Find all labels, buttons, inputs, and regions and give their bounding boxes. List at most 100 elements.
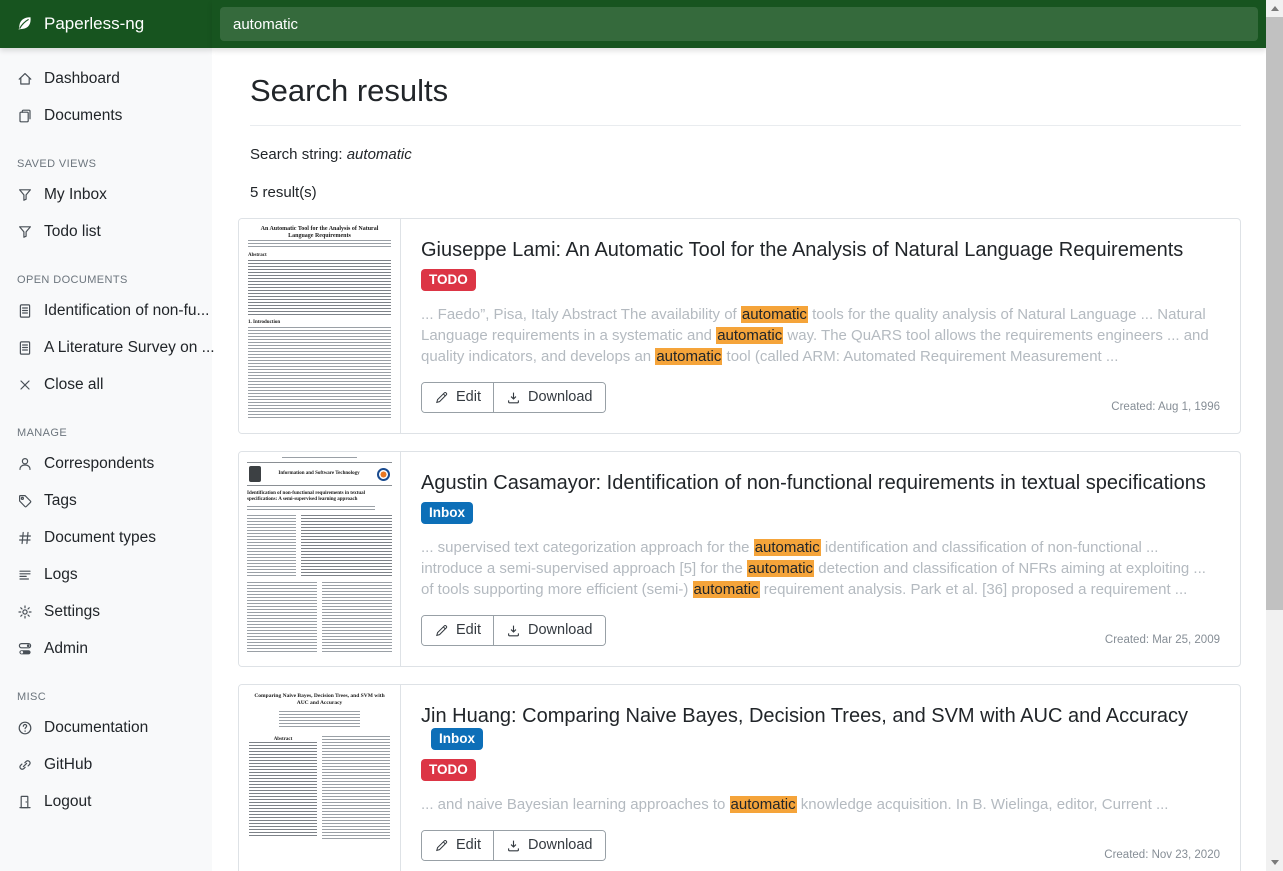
edit-label: Edit <box>456 388 481 407</box>
sidebar-item-label: Identification of non-fu... <box>44 300 209 321</box>
download-label: Download <box>528 836 593 855</box>
pencil-icon <box>434 838 449 853</box>
sidebar-item-label: Close all <box>44 374 103 395</box>
created-date: Created: Aug 1, 1996 <box>1111 401 1220 413</box>
tag-badge-inbox[interactable]: Inbox <box>431 728 483 750</box>
pencil-icon <box>434 390 449 405</box>
sidebar-item-logs[interactable]: Logs <box>0 556 212 593</box>
sidebar-item-settings[interactable]: Settings <box>0 593 212 630</box>
sidebar-item-label: My Inbox <box>44 184 107 205</box>
created-date: Created: Mar 25, 2009 <box>1105 634 1220 646</box>
thumbnail-text-lines <box>248 327 391 419</box>
document-thumbnail[interactable]: Comparing Naive Bayes, Decision Trees, a… <box>239 685 401 871</box>
tag-badge-todo[interactable]: TODO <box>421 759 476 781</box>
thumbnail-text-lines <box>322 736 390 840</box>
download-button[interactable]: Download <box>493 616 605 645</box>
sidebar-item-label: Logout <box>44 791 91 812</box>
thumbnail-text-lines <box>249 742 317 838</box>
search-string: Search string: automatic <box>250 146 1241 163</box>
tag-badges: TODO <box>421 269 1220 291</box>
result-snippet: ... supervised text categorization appro… <box>421 537 1220 600</box>
sidebar-item-documents[interactable]: Documents <box>0 97 212 134</box>
sidebar-item-close-all[interactable]: Close all <box>0 366 212 403</box>
triangle-up-icon <box>1271 6 1279 11</box>
file-text-icon <box>17 340 33 356</box>
thumbnail-page: Comparing Naive Bayes, Decision Trees, a… <box>239 685 400 871</box>
sidebar-item-todo-list[interactable]: Todo list <box>0 213 212 250</box>
search-highlight: automatic <box>754 539 821 556</box>
edit-button[interactable]: Edit <box>422 831 493 860</box>
sidebar-item-label: Dashboard <box>44 68 120 89</box>
question-circle-icon <box>17 720 33 736</box>
document-thumbnail[interactable]: An Automatic Tool for the Analysis of Na… <box>239 219 401 433</box>
result-title[interactable]: Giuseppe Lami: An Automatic Tool for the… <box>421 238 1220 262</box>
sidebar-item-document-types[interactable]: Document types <box>0 519 212 556</box>
tag-badge-inbox[interactable]: Inbox <box>421 502 473 524</box>
divider <box>250 125 1241 126</box>
result-actions: Edit Download <box>421 830 606 861</box>
files-icon <box>17 108 33 124</box>
scroll-up-button[interactable] <box>1266 0 1283 17</box>
sidebar-item-label: Document types <box>44 527 156 548</box>
result-body: Agustin Casamayor: Identification of non… <box>401 452 1240 666</box>
document-thumbnail[interactable]: Information and Software TechnologyIdent… <box>239 452 401 666</box>
sidebar-item-my-inbox[interactable]: My Inbox <box>0 176 212 213</box>
results-list: An Automatic Tool for the Analysis of Na… <box>238 218 1241 871</box>
thumbnail-title: Comparing Naive Bayes, Decision Trees, a… <box>249 693 390 706</box>
edit-label: Edit <box>456 621 481 640</box>
sidebar-item-documentation[interactable]: Documentation <box>0 709 212 746</box>
thumbnail-text-lines <box>247 506 375 510</box>
edit-button[interactable]: Edit <box>422 383 493 412</box>
sidebar-item-label: Documents <box>44 105 122 126</box>
result-body: Jin Huang: Comparing Naive Bayes, Decisi… <box>401 685 1240 871</box>
search-highlight: automatic <box>655 348 722 365</box>
thumbnail-text-lines <box>247 582 317 654</box>
sidebar-section-title: MANAGE <box>0 427 212 439</box>
sidebar-item-correspondents[interactable]: Correspondents <box>0 445 212 482</box>
leaf-icon <box>14 14 34 34</box>
sidebar-item-label: Settings <box>44 601 100 622</box>
door-icon <box>17 794 33 810</box>
created-date: Created: Nov 23, 2020 <box>1104 849 1220 861</box>
sidebar-item-identification-of-non-fu[interactable]: Identification of non-fu... <box>0 292 212 329</box>
result-actions: Edit Download <box>421 615 606 646</box>
sidebar-section-title: MISC <box>0 691 212 703</box>
download-button[interactable]: Download <box>493 383 605 412</box>
download-icon <box>506 838 521 853</box>
page-title: Search results <box>250 72 1241 110</box>
tag-badge-todo[interactable]: TODO <box>421 269 476 291</box>
sidebar-item-admin[interactable]: Admin <box>0 630 212 667</box>
sidebar-item-github[interactable]: GitHub <box>0 746 212 783</box>
pencil-icon <box>434 623 449 638</box>
sidebar-item-a-literature-survey-on[interactable]: A Literature Survey on ... <box>0 329 212 366</box>
app-brand[interactable]: Paperless-ng <box>0 0 212 48</box>
scroll-down-button[interactable] <box>1266 854 1283 871</box>
scrollbar-thumb[interactable] <box>1266 17 1283 610</box>
result-title[interactable]: Agustin Casamayor: Identification of non… <box>421 471 1220 495</box>
vertical-scrollbar <box>1266 0 1283 871</box>
sidebar-item-label: Todo list <box>44 221 101 242</box>
sidebar-nav: DashboardDocumentsSAVED VIEWSMy InboxTod… <box>0 48 212 820</box>
result-snippet: ... Faedo”, Pisa, Italy Abstract The ava… <box>421 304 1220 367</box>
search-highlight: automatic <box>716 327 783 344</box>
file-text-icon <box>17 303 33 319</box>
download-icon <box>506 623 521 638</box>
edit-button[interactable]: Edit <box>422 616 493 645</box>
gear-icon <box>17 604 33 620</box>
journal-logo <box>377 468 390 481</box>
search-highlight: automatic <box>693 581 760 598</box>
thumbnail-text-lines <box>248 240 391 248</box>
sidebar-item-dashboard[interactable]: Dashboard <box>0 60 212 97</box>
sidebar-item-logout[interactable]: Logout <box>0 783 212 820</box>
sidebar-item-label: GitHub <box>44 754 92 775</box>
thumbnail-text-lines <box>247 515 296 577</box>
search-string-label: Search string: <box>250 146 343 163</box>
search-input[interactable] <box>220 7 1258 41</box>
home-icon <box>17 71 33 87</box>
result-title[interactable]: Jin Huang: Comparing Naive Bayes, Decisi… <box>421 704 1220 752</box>
edit-label: Edit <box>456 836 481 855</box>
elsevier-logo <box>249 466 261 482</box>
download-button[interactable]: Download <box>493 831 605 860</box>
sidebar-item-tags[interactable]: Tags <box>0 482 212 519</box>
main-content: Search results Search string: automatic … <box>212 48 1266 871</box>
